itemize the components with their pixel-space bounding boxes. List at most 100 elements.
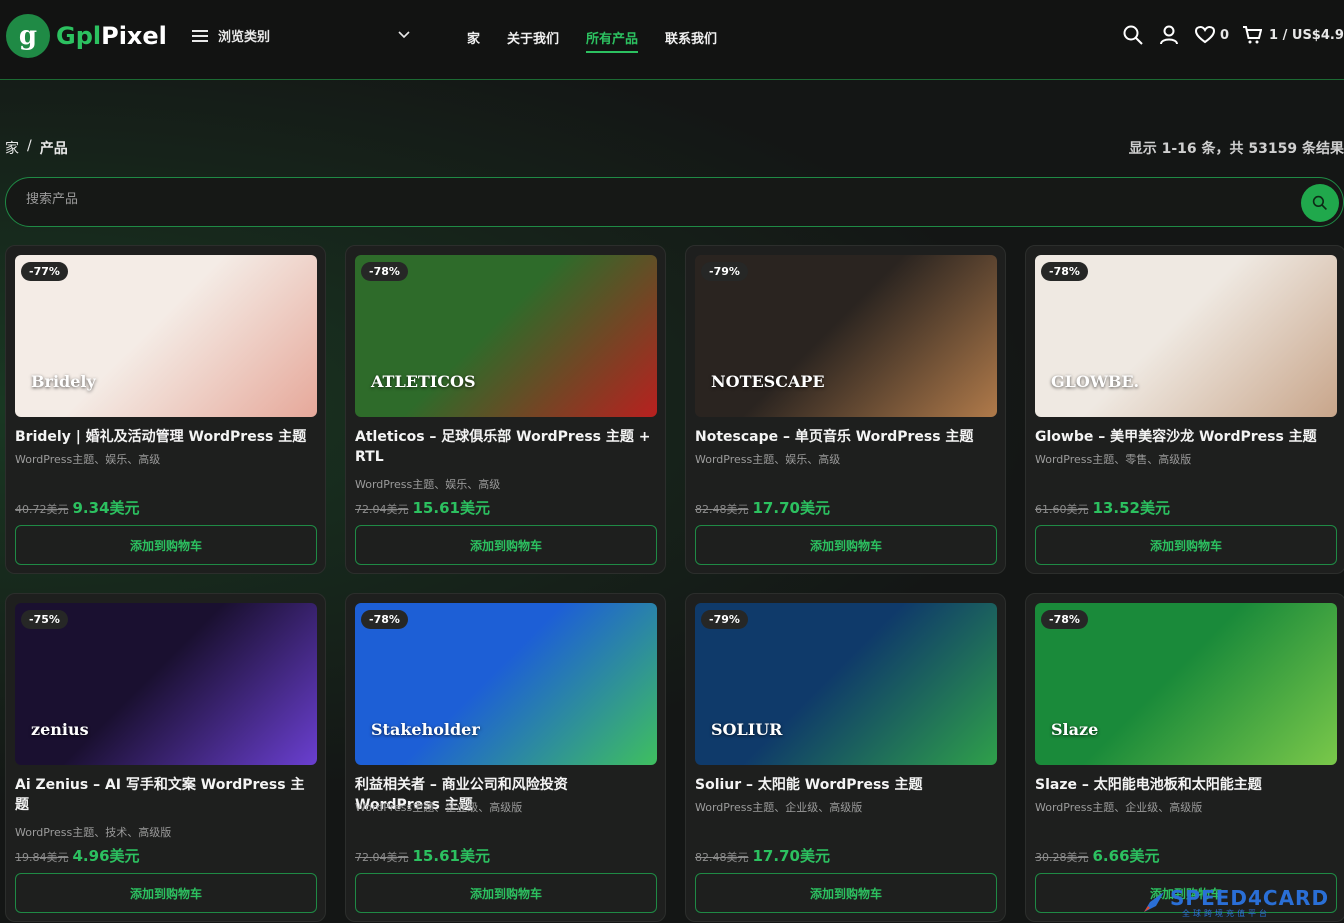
product-categories: WordPress主题、娱乐、高级 (15, 453, 161, 466)
account-icon[interactable] (1158, 24, 1180, 46)
product-title[interactable]: Ai Zenius – AI 写手和文案 WordPress 主题 (15, 775, 317, 815)
product-categories: WordPress主题、零售、高级版 (1035, 453, 1192, 466)
add-to-cart-button[interactable]: 添加到购物车 (695, 873, 997, 913)
search-submit-button[interactable] (1301, 184, 1339, 222)
thumbnail-label: Slaze (1051, 720, 1099, 739)
product-categories: WordPress主题、技术、高级版 (15, 826, 172, 839)
product-title[interactable]: Soliur – 太阳能 WordPress 主题 (695, 775, 997, 795)
product-title[interactable]: Atleticos – 足球俱乐部 WordPress 主题 + RTL (355, 427, 657, 467)
main-nav: 家 关于我们 所有产品 联系我们 (467, 28, 717, 53)
watermark-text: SPEED4CARD (1170, 886, 1330, 910)
site-logo[interactable]: g GplPixel (6, 14, 167, 58)
add-to-cart-button[interactable]: 添加到购物车 (355, 873, 657, 913)
product-categories: WordPress主题、娱乐、高级 (695, 453, 841, 466)
price-group: 82.48美元 17.70美元 (695, 845, 830, 866)
original-price: 72.04美元 (355, 851, 409, 864)
product-card[interactable]: -78% Stakeholder 利益相关者 – 商业公司和风险投资 WordPre… (345, 593, 666, 922)
product-thumbnail[interactable]: -79% SOLIUR (695, 603, 997, 765)
add-to-cart-button[interactable]: 添加到购物车 (695, 525, 997, 565)
price-group: 19.84美元 4.96美元 (15, 845, 140, 866)
discount-badge: -78% (361, 262, 408, 281)
wishlist-heart-icon[interactable] (1194, 24, 1216, 46)
breadcrumb: 家 / 产品 (5, 138, 68, 158)
rocket-icon (1144, 892, 1164, 912)
browse-categories-dropdown[interactable]: 浏览类别 (192, 26, 412, 45)
search-input[interactable] (26, 192, 926, 207)
thumbnail-label: SOLIUR (711, 720, 783, 739)
logo-text-a: Gpl (56, 22, 102, 50)
product-card[interactable]: -79% NOTESCAPE Notescape – 单页音乐 WordPress … (685, 245, 1006, 574)
discount-badge: -79% (701, 610, 748, 629)
product-card[interactable]: -77% Bridely Bridely | 婚礼及活动管理 WordPress 主… (5, 245, 326, 574)
original-price: 19.84美元 (15, 851, 69, 864)
product-card[interactable]: -79% SOLIUR Soliur – 太阳能 WordPress 主题 WordP… (685, 593, 1006, 922)
original-price: 72.04美元 (355, 503, 409, 516)
nav-home[interactable]: 家 (467, 28, 480, 53)
hamburger-icon (192, 29, 208, 42)
thumbnail-label: zenius (31, 720, 89, 739)
product-card[interactable]: -78% GLOWBE. Glowbe – 美甲美容沙龙 WordPress 主题 W… (1025, 245, 1344, 574)
product-categories: WordPress主题、企业级、高级版 (355, 801, 523, 814)
product-card[interactable]: -75% zenius Ai Zenius – AI 写手和文案 WordPress… (5, 593, 326, 922)
sale-price: 6.66美元 (1092, 847, 1160, 865)
search-icon[interactable] (1122, 24, 1144, 46)
thumbnail-label: Bridely (31, 372, 96, 391)
watermark-subtext: 全球跨境充值平台 (1182, 909, 1270, 918)
original-price: 40.72美元 (15, 503, 69, 516)
chevron-down-icon (398, 28, 410, 42)
site-header: g GplPixel 浏览类别 家 关于我们 所有产品 联系我们 0 1 / U… (0, 0, 1344, 80)
product-thumbnail[interactable]: -75% zenius (15, 603, 317, 765)
product-title[interactable]: Glowbe – 美甲美容沙龙 WordPress 主题 (1035, 427, 1337, 447)
price-group: 72.04美元 15.61美元 (355, 497, 490, 518)
sale-price: 4.96美元 (72, 847, 140, 865)
product-thumbnail[interactable]: -78% Stakeholder (355, 603, 657, 765)
sale-price: 17.70美元 (752, 847, 830, 865)
product-title[interactable]: Notescape – 单页音乐 WordPress 主题 (695, 427, 997, 447)
discount-badge: -78% (361, 610, 408, 629)
browse-categories-label: 浏览类别 (218, 30, 271, 45)
thumbnail-label: Stakeholder (371, 720, 480, 739)
thumbnail-label: GLOWBE. (1051, 372, 1140, 391)
add-to-cart-button[interactable]: 添加到购物车 (15, 873, 317, 913)
price-group: 72.04美元 15.61美元 (355, 845, 490, 866)
cart-icon[interactable] (1241, 24, 1263, 46)
add-to-cart-button[interactable]: 添加到购物车 (355, 525, 657, 565)
nav-contact[interactable]: 联系我们 (665, 28, 717, 53)
product-thumbnail[interactable]: -77% Bridely (15, 255, 317, 417)
cart-summary[interactable]: 1 / US$4.96 (1269, 28, 1344, 43)
breadcrumb-current: 产品 (39, 141, 68, 157)
product-categories: WordPress主题、娱乐、高级 (355, 478, 501, 491)
product-card[interactable]: -78% Slaze Slaze – 太阳能电池板和太阳能主题 WordPress主题… (1025, 593, 1344, 922)
price-group: 82.48美元 17.70美元 (695, 497, 830, 518)
discount-badge: -75% (21, 610, 68, 629)
product-thumbnail[interactable]: -78% GLOWBE. (1035, 255, 1337, 417)
header-tools: 0 1 / US$4.96 (1122, 24, 1344, 46)
discount-badge: -78% (1041, 262, 1088, 281)
thumbnail-label: NOTESCAPE (711, 372, 825, 391)
discount-badge: -78% (1041, 610, 1088, 629)
original-price: 30.28美元 (1035, 851, 1089, 864)
product-search-bar (5, 177, 1344, 227)
product-title[interactable]: Slaze – 太阳能电池板和太阳能主题 (1035, 775, 1337, 795)
discount-badge: -79% (701, 262, 748, 281)
watermark: SPEED4CARD 全球跨境充值平台 (1140, 884, 1340, 920)
discount-badge: -77% (21, 262, 68, 281)
sale-price: 17.70美元 (752, 499, 830, 517)
price-group: 61.60美元 13.52美元 (1035, 497, 1170, 518)
breadcrumb-separator: / (27, 138, 32, 154)
search-icon (1312, 195, 1327, 210)
product-card[interactable]: -78% ATLETICOS Atleticos – 足球俱乐部 WordPress… (345, 245, 666, 574)
add-to-cart-button[interactable]: 添加到购物车 (1035, 525, 1337, 565)
product-title[interactable]: Bridely | 婚礼及活动管理 WordPress 主题 (15, 427, 317, 447)
product-thumbnail[interactable]: -78% ATLETICOS (355, 255, 657, 417)
sale-price: 15.61美元 (412, 499, 490, 517)
breadcrumb-home[interactable]: 家 (5, 138, 19, 158)
add-to-cart-button[interactable]: 添加到购物车 (15, 525, 317, 565)
nav-all-products[interactable]: 所有产品 (586, 28, 639, 53)
product-thumbnail[interactable]: -78% Slaze (1035, 603, 1337, 765)
nav-about[interactable]: 关于我们 (507, 28, 559, 53)
sale-price: 15.61美元 (412, 847, 490, 865)
logo-text: GplPixel (56, 22, 167, 50)
product-thumbnail[interactable]: -79% NOTESCAPE (695, 255, 997, 417)
price-group: 40.72美元 9.34美元 (15, 497, 140, 518)
